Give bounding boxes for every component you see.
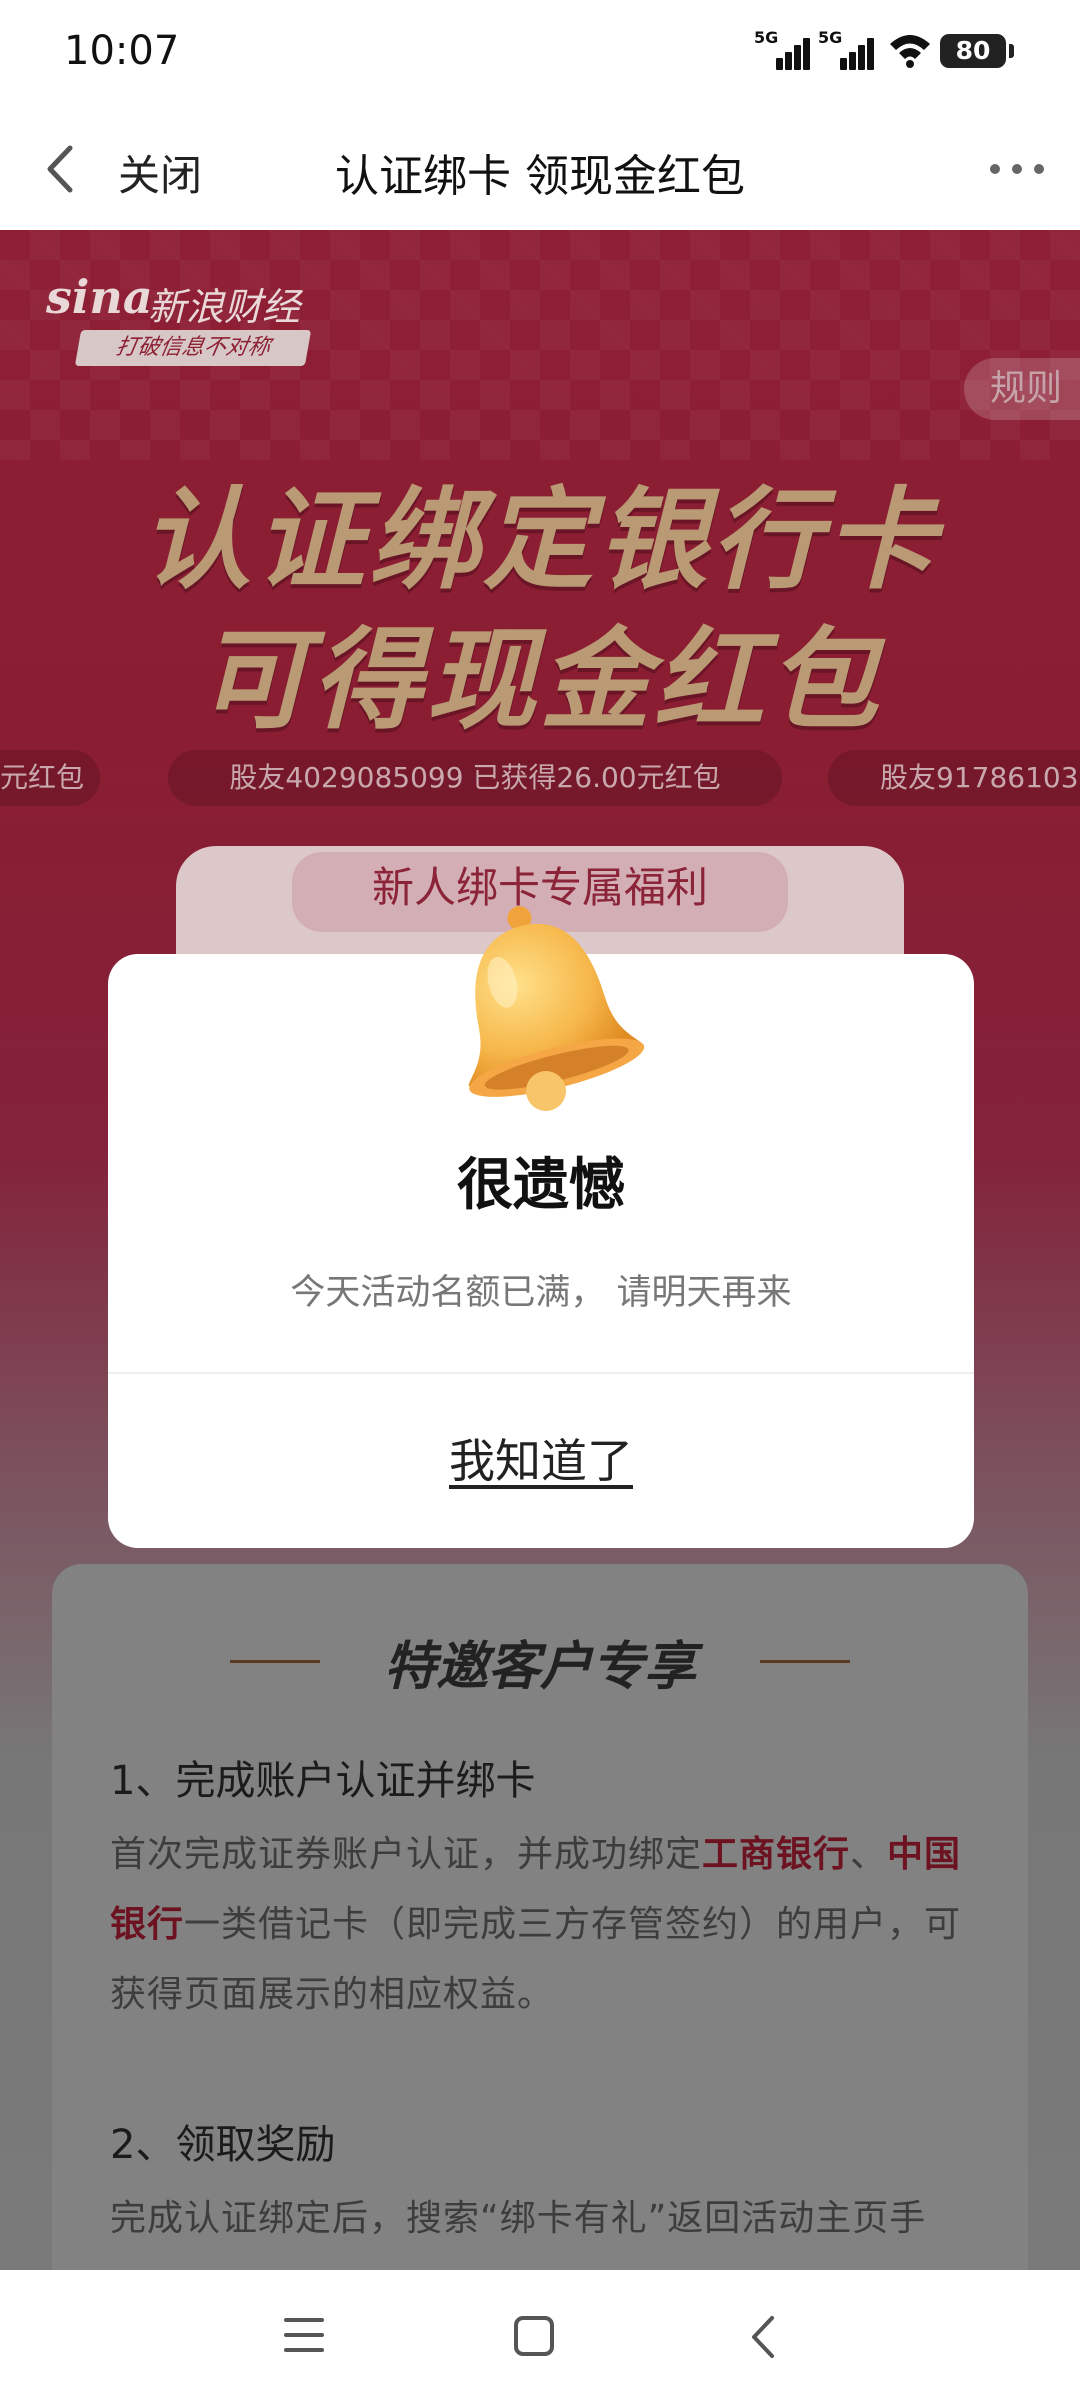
bank-name: 工商银行	[702, 1834, 851, 1875]
back-icon[interactable]	[748, 2314, 778, 2360]
home-icon[interactable]	[514, 2316, 554, 2356]
page-title: 认证绑卡 领现金红包	[335, 151, 745, 202]
status-bar: 10:07 5G 5G 80	[0, 0, 1080, 106]
ticker-item: 股友4029085099 已获得26.00元红包	[168, 750, 782, 806]
step-description: 完成认证绑定后，搜索“绑卡有礼”返回活动主页手	[110, 2198, 927, 2239]
step-description: 首次完成证券账户认证，并成功绑定工商银行、中国银行一类借记卡（即完成三方存管签约…	[110, 1834, 962, 2015]
dialog-message: 今天活动名额已满， 请明天再来	[290, 1273, 792, 1313]
bell-icon	[468, 906, 645, 1111]
clock: 10:07	[64, 28, 180, 74]
headline-line-2: 可得现金红包	[198, 616, 882, 744]
wifi-icon	[890, 35, 930, 68]
ticker-item: 股友917861031	[828, 750, 1080, 806]
divider	[108, 1372, 974, 1374]
app-nav-bar: 关闭 认证绑卡 领现金红包	[0, 106, 1080, 230]
info-section: 特邀客户专享 1、完成账户认证并绑卡 首次完成证券账户认证，并成功绑定工商银行、…	[52, 1564, 1028, 2324]
section-title: 特邀客户专享	[383, 1637, 696, 1697]
alert-dialog: 很遗憾 今天活动名额已满， 请明天再来 我知道了	[108, 906, 974, 1548]
battery-icon: 80	[940, 34, 1014, 68]
ticker-item: 元红包	[0, 750, 100, 806]
acknowledge-button[interactable]: 我知道了	[108, 1386, 974, 1536]
headline-line-1: 认证绑定银行卡	[141, 476, 939, 604]
system-nav-bar	[0, 2270, 1080, 2400]
step-title: 2、领取奖励	[110, 2122, 336, 2168]
menu-icon[interactable]	[284, 2318, 324, 2352]
step-title: 1、完成账户认证并绑卡	[110, 1758, 536, 1804]
more-horizontal-icon[interactable]	[990, 164, 1050, 178]
rules-button[interactable]: 规则	[964, 358, 1080, 420]
sina-finance-logo: sina 新浪财经 打破信息不对称	[46, 270, 316, 370]
dialog-title: 很遗憾	[457, 1153, 625, 1218]
